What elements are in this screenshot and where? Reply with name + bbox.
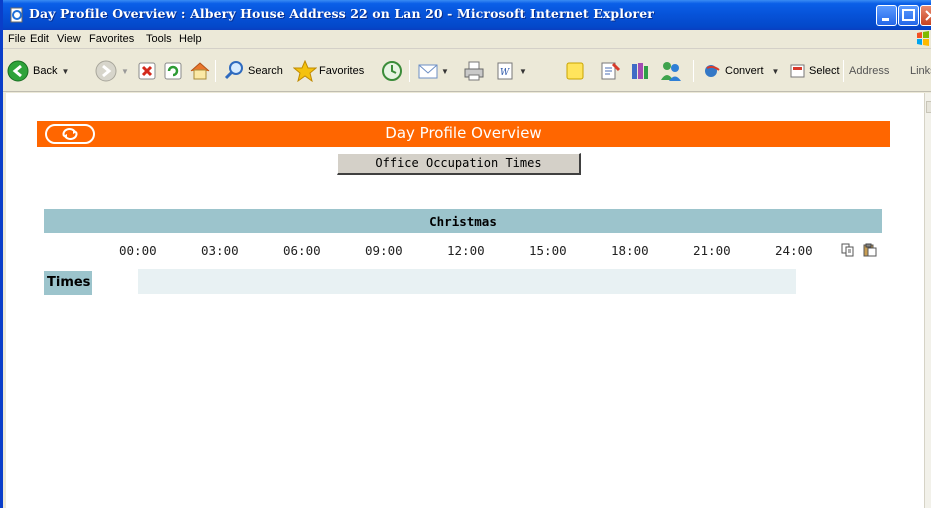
select-button[interactable]: Select [789, 59, 840, 83]
page-title: Day Profile Overview [385, 124, 542, 142]
menu-favorites[interactable]: Favorites [89, 33, 134, 45]
messenger-button[interactable] [659, 59, 683, 83]
favorites-star-icon [293, 60, 317, 82]
print-button[interactable] [463, 59, 485, 83]
messenger-icon [661, 62, 681, 81]
minimize-button[interactable] [876, 5, 897, 26]
browser-window: Day Profile Overview : Albery House Addr… [0, 0, 931, 508]
convert-label: Convert [725, 65, 764, 77]
research-button[interactable] [599, 59, 621, 83]
menu-bar: File Edit View Favorites Tools Help [3, 30, 931, 49]
hour-label: 03:00 [201, 243, 239, 258]
office-occupation-times-button[interactable]: Office Occupation Times [337, 153, 581, 175]
links-bar-label[interactable]: Links [910, 59, 931, 83]
notes-button[interactable] [565, 59, 585, 83]
address-bar-label[interactable]: Address [849, 59, 889, 83]
copy-icon[interactable] [841, 243, 855, 257]
hour-label: 00:00 [119, 243, 157, 258]
search-button[interactable]: Search [223, 59, 283, 83]
page-content: Day Profile Overview Office Occupation T… [6, 93, 924, 508]
home-icon [190, 62, 210, 80]
library-button[interactable] [629, 59, 651, 83]
menu-edit[interactable]: Edit [30, 33, 49, 45]
close-icon [925, 10, 931, 21]
scroll-up-icon[interactable] [926, 101, 931, 113]
select-label: Select [809, 65, 840, 77]
forward-arrow-icon [95, 60, 117, 82]
edit-word-button[interactable]: W ▼ [495, 59, 527, 83]
refresh-icon [164, 62, 182, 80]
hour-label: 24:00 [775, 243, 813, 258]
hour-label: 15:00 [529, 243, 567, 258]
menu-tools[interactable]: Tools [146, 33, 172, 45]
sticky-note-icon [566, 62, 584, 80]
books-icon [632, 63, 648, 79]
menu-file[interactable]: File [8, 33, 26, 45]
edit-dropdown-icon[interactable]: ▼ [519, 67, 527, 76]
stop-icon [138, 62, 156, 80]
back-button[interactable]: Back ▼ [7, 59, 69, 83]
hour-label: 06:00 [283, 243, 321, 258]
day-profile-bar: Christmas [44, 209, 882, 233]
hour-label: 18:00 [611, 243, 649, 258]
title-bar[interactable]: Day Profile Overview : Albery House Addr… [3, 0, 931, 30]
vertical-scrollbar[interactable] [924, 93, 931, 508]
maximize-icon [902, 9, 915, 21]
word-document-icon: W [497, 62, 513, 80]
window-title: Day Profile Overview : Albery House Addr… [29, 6, 654, 21]
search-icon [224, 61, 243, 80]
research-icon [601, 62, 621, 80]
paste-icon[interactable] [863, 243, 877, 257]
close-button[interactable] [920, 5, 931, 26]
times-row-label: Times [44, 271, 92, 295]
svg-text:W: W [500, 68, 510, 78]
select-icon [790, 64, 805, 78]
toolbar-separator [215, 60, 216, 82]
day-title: Christmas [429, 214, 497, 229]
back-label: Back [33, 65, 58, 77]
mail-icon [418, 64, 438, 79]
refresh-page-button[interactable] [163, 59, 183, 83]
forward-button[interactable]: ▼ [95, 59, 129, 83]
convert-pdf-icon [705, 65, 720, 77]
ie-page-icon [10, 7, 23, 23]
back-arrow-icon [7, 60, 29, 82]
menu-help[interactable]: Help [179, 33, 202, 45]
menu-view[interactable]: View [57, 33, 81, 45]
times-timeline-track[interactable] [138, 269, 796, 294]
forward-dropdown-icon[interactable]: ▼ [121, 67, 129, 76]
history-icon [382, 61, 402, 81]
favorites-label: Favorites [319, 65, 365, 77]
maximize-button[interactable] [898, 5, 919, 26]
hour-label: 09:00 [365, 243, 403, 258]
mail-button[interactable]: ▼ [417, 59, 449, 83]
history-button[interactable] [381, 59, 403, 83]
convert-button[interactable]: Convert ▼ [703, 59, 779, 83]
stop-button[interactable] [137, 59, 157, 83]
standard-toolbar: Back ▼ ▼ Search Favorites ▼ W ▼ Convert … [3, 50, 931, 92]
favorites-button[interactable]: Favorites [293, 59, 364, 83]
toolbar-separator [409, 60, 410, 82]
search-label: Search [248, 65, 283, 77]
printer-icon [464, 61, 484, 81]
page-header: Day Profile Overview [37, 121, 890, 147]
home-button[interactable] [189, 59, 211, 83]
convert-dropdown-icon[interactable]: ▼ [772, 67, 780, 76]
mail-dropdown-icon[interactable]: ▼ [441, 67, 449, 76]
minimize-icon [882, 18, 889, 21]
back-dropdown-icon[interactable]: ▼ [61, 67, 69, 76]
windows-logo-icon [917, 31, 929, 46]
toolbar-separator [843, 60, 844, 82]
hour-label: 12:00 [447, 243, 485, 258]
toolbar-separator [693, 60, 694, 82]
hour-label: 21:00 [693, 243, 731, 258]
